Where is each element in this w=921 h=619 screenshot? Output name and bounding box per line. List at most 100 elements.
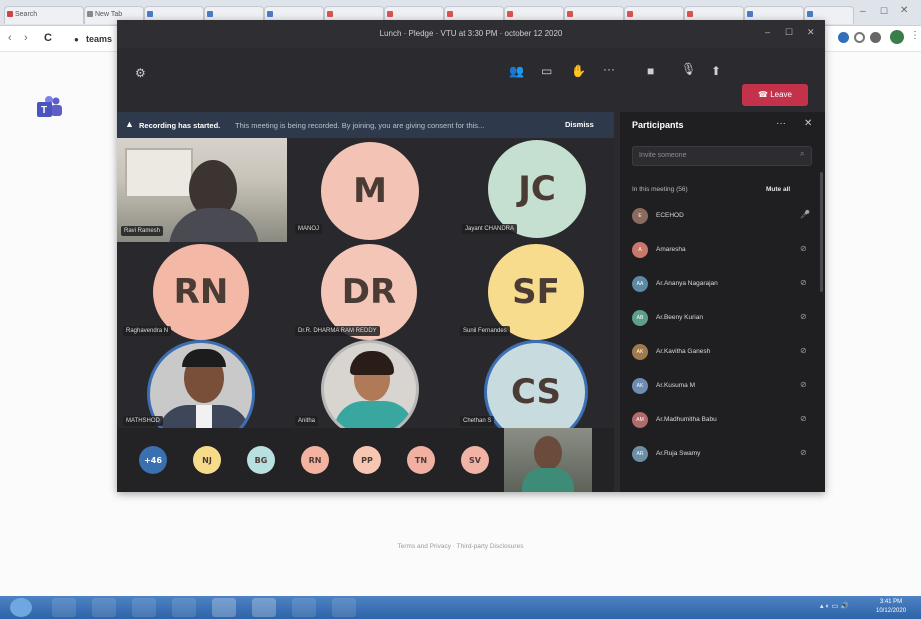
url-field[interactable]: teams [86,34,112,44]
taskbar-clock[interactable]: 3:41 PM 10/12/2020 [876,598,906,616]
more-options-icon[interactable]: ··· [776,118,786,129]
participant-avatar[interactable]: PP [353,446,381,474]
participant-tile[interactable]: MATHSHOD [117,340,287,428]
chrome-icon[interactable] [212,598,236,617]
excel-icon[interactable] [292,598,316,617]
participant-avatar[interactable]: NJ [193,446,221,474]
mic-muted-icon[interactable]: ⊘ [800,414,807,423]
close-icon[interactable]: ✕ [807,27,815,38]
raise-hand-icon[interactable]: ✋ [571,64,586,78]
participant-photo [321,340,419,428]
participant-name: Jayant CHANDRA [462,224,518,234]
extension-icon[interactable] [838,32,849,43]
invite-search-input[interactable]: Invite someone [632,146,812,166]
participants-icon[interactable]: 👥 [509,64,524,78]
mic-muted-icon[interactable]: ⊘ [800,312,807,321]
more-options-icon[interactable]: ··· [603,62,615,76]
participant-avatar[interactable]: BG [247,446,275,474]
more-participants-badge[interactable]: +46 [139,446,167,474]
minimize-icon[interactable]: – [765,27,770,37]
participant-avatar[interactable]: RN [301,446,329,474]
participant-list-item[interactable]: E ECEHOD 🎤 [632,206,817,226]
app-icon[interactable] [332,598,356,617]
minimize-icon[interactable]: – [860,6,866,17]
participant-avatar: AB [632,310,648,326]
scrollbar[interactable] [820,172,823,292]
participant-tile[interactable]: Anitha [287,340,452,428]
extension-icon[interactable] [870,32,881,43]
close-icon[interactable]: ✕ [804,118,812,129]
participant-tile[interactable]: CS Chethan S [452,340,614,428]
participant-name: Ar.Madhumitha Babu [656,416,717,423]
shield-icon[interactable]: ⚙ [135,66,146,80]
recording-text: This meeting is being recorded. By joini… [235,121,485,130]
participant-tile[interactable]: M MANOJ [287,138,452,242]
close-icon[interactable]: ✕ [900,5,908,16]
mute-all-button[interactable]: Mute all [766,186,790,193]
participant-list-item[interactable]: AM Ar.Madhumitha Babu ⊘ [632,410,817,430]
browser-tab[interactable]: Search [4,6,84,24]
extension-icon[interactable] [854,32,865,43]
system-tray-icons[interactable]: ▴ ◐ ▭ 🔊 [820,602,849,610]
tab-favicon-icon [807,11,813,17]
participant-tile[interactable]: SF Sunil Fernandes [452,242,614,340]
mic-muted-icon[interactable]: ⊘ [800,346,807,355]
participant-avatar[interactable]: SV [461,446,489,474]
browser-menu-icon[interactable]: ⋮ [910,30,920,41]
self-view-video[interactable] [504,428,592,492]
app-icon[interactable] [172,598,196,617]
teams-icon[interactable] [252,598,276,617]
participant-list-item[interactable]: AK Ar.Kusuma M ⊘ [632,376,817,396]
participant-tile[interactable]: DR Dr.R. DHARMA RAM REDDY [287,242,452,340]
mic-muted-icon[interactable]: ⊘ [800,278,807,287]
internet-explorer-icon[interactable] [52,598,76,617]
tab-favicon-icon [327,11,333,17]
participant-name: Chethan S [460,416,495,426]
participant-list-item[interactable]: AR Ar.Ruja Swamy ⊘ [632,444,817,464]
file-explorer-icon[interactable] [92,598,116,617]
maximize-icon[interactable]: ☐ [785,27,793,38]
profile-avatar[interactable] [890,30,904,44]
leave-button[interactable]: ☎ Leave [742,84,808,106]
participant-avatar: AK [632,344,648,360]
share-screen-icon[interactable]: ⬆ [711,64,721,78]
tab-favicon-icon [687,11,693,17]
participant-tile[interactable]: RN Raghavendra N [117,242,287,340]
leave-label: Leave [770,90,792,99]
tab-label: New Tab [95,11,123,18]
mic-muted-icon[interactable]: ⊘ [800,244,807,253]
in-meeting-header[interactable]: In this meeting (56) [632,186,688,193]
footer-links[interactable]: Terms and Privacy · Third-party Disclosu… [0,543,921,550]
microphone-icon[interactable]: 🎙 [681,62,696,76]
recording-banner: ▲ Recording has started. This meeting is… [117,112,614,138]
participant-list-item[interactable]: AK Ar.Kavitha Ganesh ⊘ [632,342,817,362]
tab-favicon-icon [447,11,453,17]
participant-avatar: A [632,242,648,258]
background-window [125,148,193,198]
participant-list-item[interactable]: A Amaresha ⊘ [632,240,817,260]
back-icon[interactable]: ‹ [8,32,12,44]
participant-list-item[interactable]: AB Ar.Beeny Kurian ⊘ [632,308,817,328]
participant-avatar: AR [632,446,648,462]
start-button[interactable] [10,598,32,617]
camera-icon[interactable]: ■ [647,64,654,78]
participant-avatar: AA [632,276,648,292]
participant-name: MANOJ [295,224,322,234]
forward-icon[interactable]: › [24,32,28,44]
participant-video-tile[interactable]: Ravi Ramesh [117,138,287,242]
participant-avatar[interactable]: TN [407,446,435,474]
mic-muted-icon[interactable]: ⊘ [800,448,807,457]
mic-muted-icon[interactable]: ⊘ [800,380,807,389]
microphone-icon[interactable]: 🎤 [800,210,810,219]
tab-favicon-icon [747,11,753,17]
participant-tile[interactable]: JC Jayant CHANDRA [452,138,614,242]
maximize-icon[interactable]: ☐ [880,6,888,17]
participant-list-item[interactable]: AA Ar.Ananya Nagarajan ⊘ [632,274,817,294]
dismiss-button[interactable]: Dismiss [565,120,594,129]
tab-favicon-icon [507,11,513,17]
chat-icon[interactable]: ▭ [541,64,552,78]
media-player-icon[interactable] [132,598,156,617]
reload-icon[interactable]: C [44,32,52,44]
clock-date: 10/12/2020 [876,608,907,614]
desktop-screen: Search New Tab – ☐ ✕ ‹ › C ● teams ⋮ T L… [0,0,921,619]
